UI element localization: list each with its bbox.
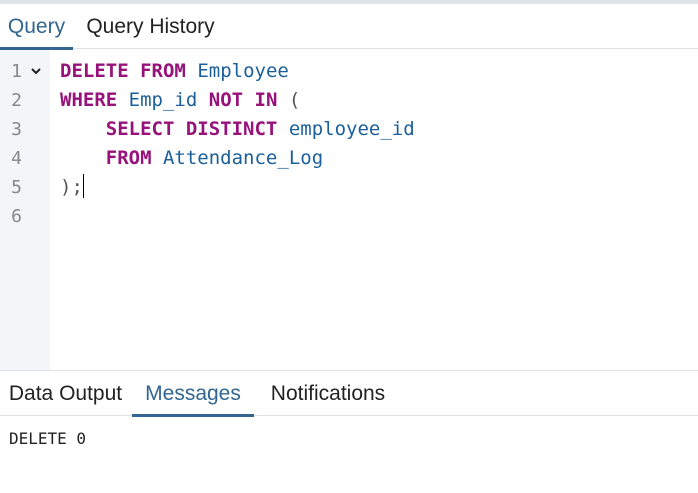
code-line-3[interactable]: 3 SELECT DISTINCT employee_id	[0, 115, 698, 144]
tab-query[interactable]: Query	[0, 4, 73, 50]
code-text: DELETE FROM Employee	[60, 60, 289, 82]
fold-chevron-down-icon[interactable]	[31, 66, 41, 76]
code-text: SELECT DISTINCT employee_id	[105, 118, 415, 140]
line-number: 1	[11, 61, 22, 82]
line-number: 2	[11, 90, 22, 111]
tab-notifications[interactable]: Notifications	[254, 371, 402, 416]
messages-output: DELETE 0	[9, 428, 86, 450]
code-text: );	[60, 174, 84, 198]
text-cursor	[82, 174, 84, 198]
line-number: 6	[11, 206, 22, 227]
code-line-2[interactable]: 2 WHERE Emp_id NOT IN (	[0, 86, 698, 115]
line-number: 3	[11, 119, 22, 140]
tab-query-history[interactable]: Query History	[73, 4, 228, 49]
sql-editor[interactable]: 1 DELETE FROM Employee 2 WHERE Emp_id NO…	[0, 50, 698, 370]
code-line-1[interactable]: 1 DELETE FROM Employee	[0, 57, 698, 86]
output-tabs: Data Output Messages Notifications	[0, 371, 698, 417]
message-result: DELETE 0	[9, 429, 87, 448]
line-number: 4	[11, 148, 22, 169]
code-line-5[interactable]: 5 );	[0, 173, 698, 202]
tab-messages[interactable]: Messages	[132, 371, 254, 417]
code-line-6[interactable]: 6	[0, 202, 698, 231]
tab-data-output[interactable]: Data Output	[0, 371, 131, 416]
code-line-4[interactable]: 4 FROM Attendance_Log	[0, 144, 698, 173]
line-number: 5	[11, 177, 22, 198]
editor-tabs: Query Query History	[0, 4, 698, 50]
code-text: WHERE Emp_id NOT IN (	[60, 89, 301, 111]
code-text: FROM Attendance_Log	[105, 147, 324, 169]
